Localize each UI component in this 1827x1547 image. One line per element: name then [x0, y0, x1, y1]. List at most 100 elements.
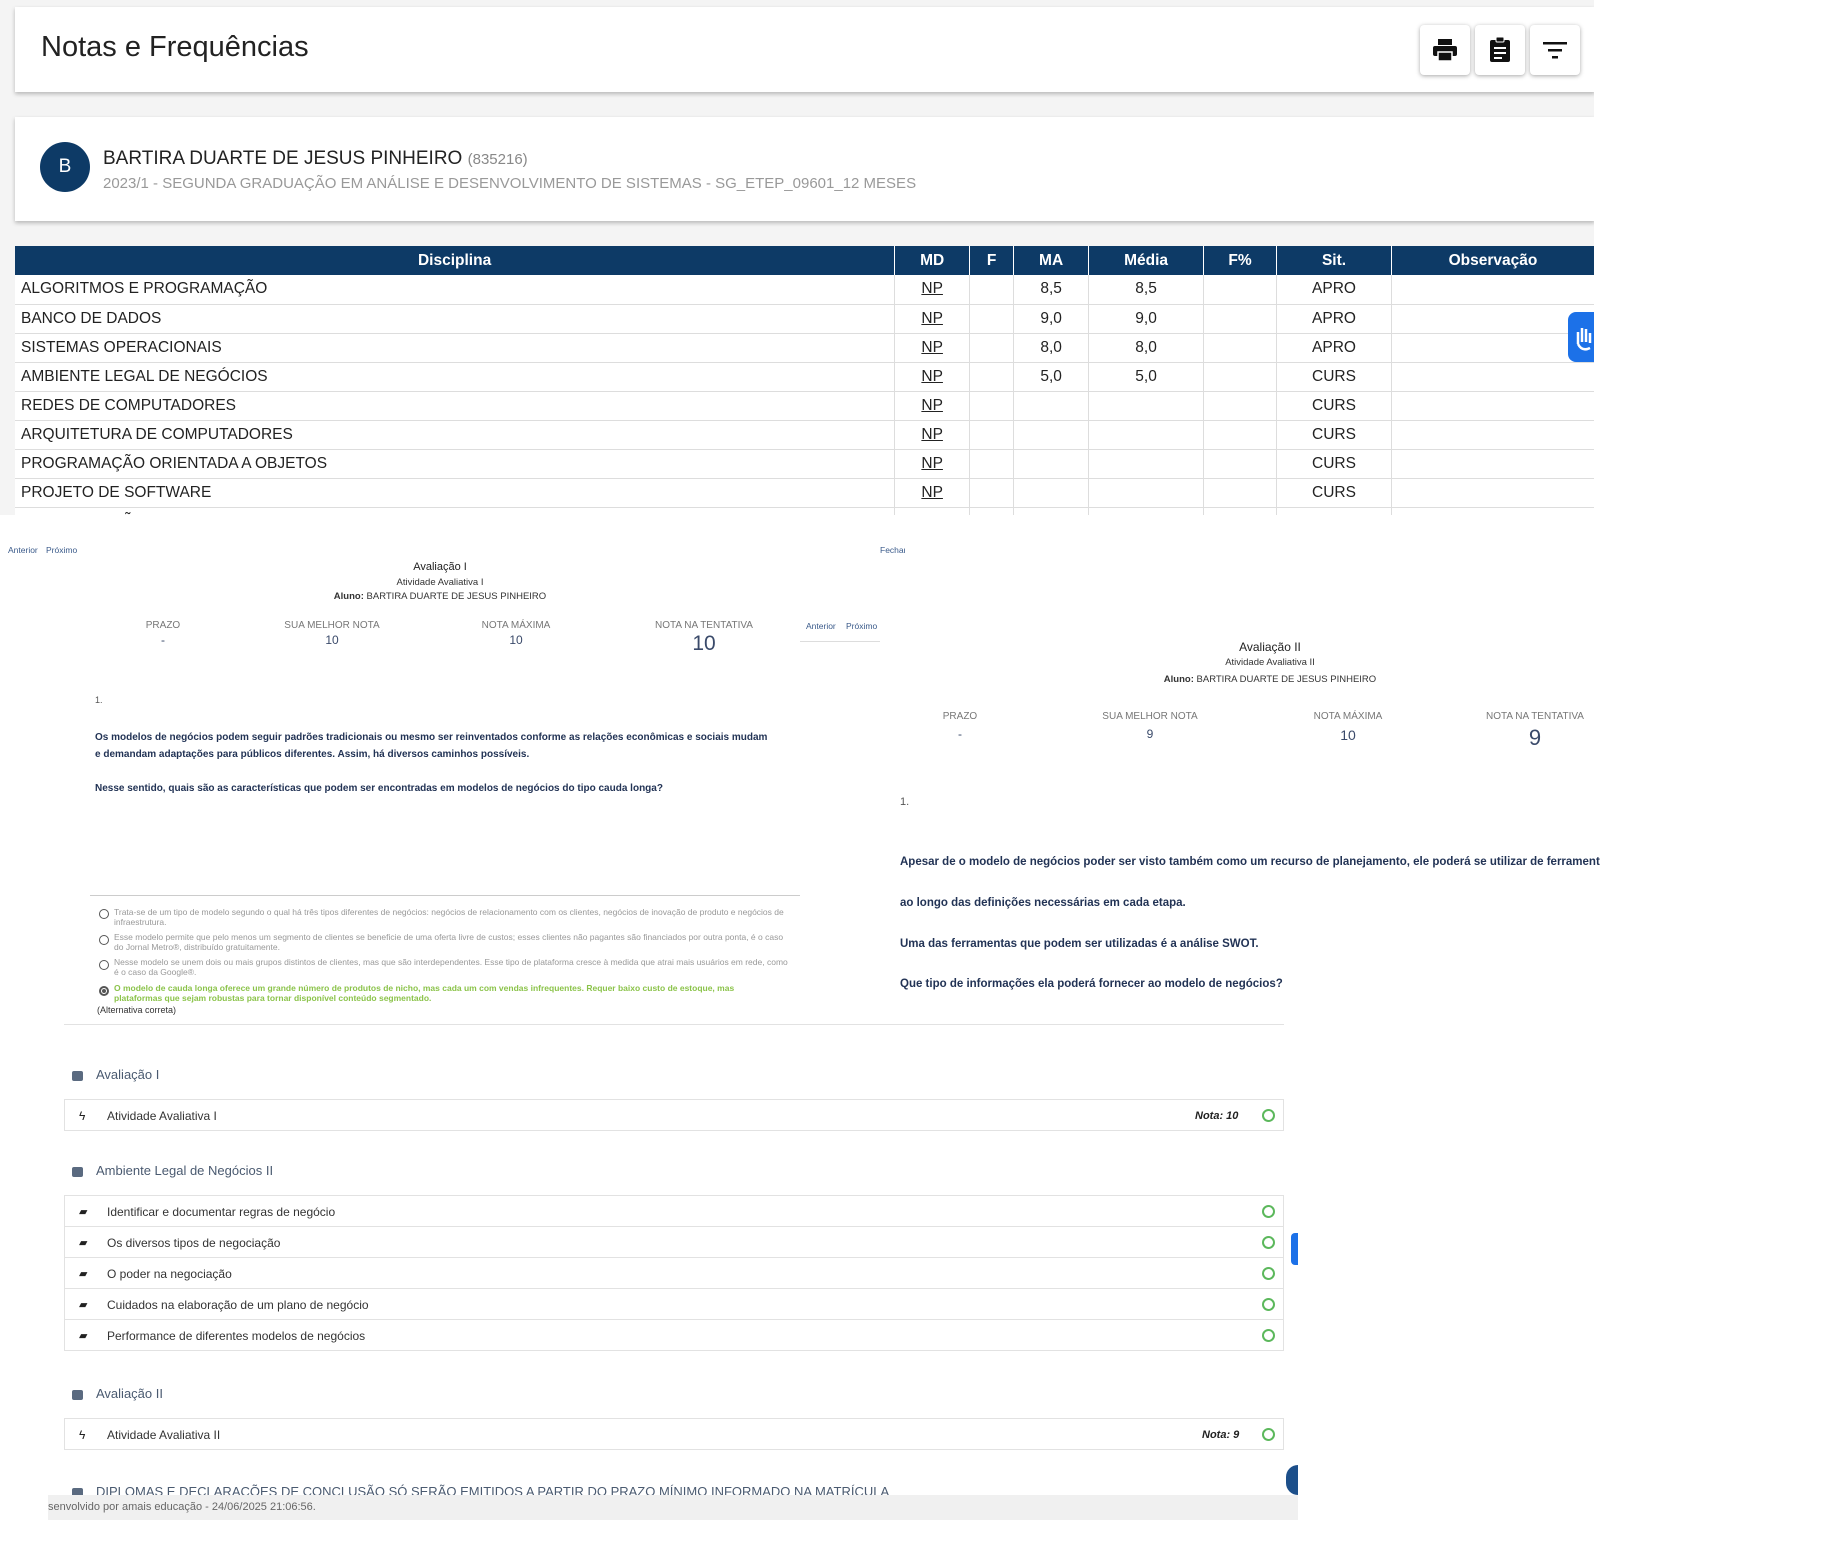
module-label: Performance de diferentes modelos de neg…	[107, 1329, 366, 1343]
prev-link[interactable]: Anterior	[8, 545, 38, 555]
cell-observacao	[1391, 333, 1594, 363]
cell-media: 5,0	[1088, 362, 1205, 392]
next-link[interactable]: Próximo	[46, 545, 77, 555]
cube-icon	[72, 1071, 83, 1081]
cell-disciplina: ALGORITMOS E PROGRAMAÇÃO	[15, 275, 896, 305]
module-label: Os diversos tipos de negociação	[107, 1236, 281, 1250]
nota-label: Nota: 9	[1202, 1429, 1240, 1441]
cell-md[interactable]: NP	[894, 507, 971, 515]
book-icon: ▰	[79, 1299, 88, 1311]
stat-nota-maxima-value: 10	[1340, 727, 1356, 743]
cell-f	[969, 391, 1015, 421]
student-label: Aluno:	[333, 591, 364, 602]
col-media: Média	[1088, 246, 1205, 275]
cell-fp	[1203, 478, 1278, 508]
module-item[interactable]: ▰ Identificar e documentar regras de neg…	[64, 1195, 1284, 1227]
cell-ma: 8,0	[1013, 333, 1090, 363]
col-observacao: Observação	[1391, 246, 1594, 275]
cell-ma	[1013, 507, 1090, 515]
cell-observacao	[1391, 449, 1594, 479]
cell-media	[1088, 391, 1205, 421]
check-circle-icon	[1262, 1298, 1275, 1311]
stat-tentativa-value: 9	[1528, 725, 1542, 750]
module-item[interactable]: ▰ Os diversos tipos de negociação	[64, 1226, 1284, 1258]
stat-tentativa-value: 10	[692, 632, 716, 655]
cell-md[interactable]: NP	[894, 391, 971, 421]
stat-melhor-nota-value: 9	[1146, 727, 1154, 741]
cell-f	[969, 420, 1015, 450]
stat-tentativa-label: NOTA NA TENTATIVA	[1486, 711, 1584, 722]
avatar: B	[40, 142, 90, 192]
stat-tentativa-label: NOTA NA TENTATIVA	[655, 620, 753, 631]
book-icon: ▰	[79, 1330, 88, 1342]
cell-observacao	[1391, 362, 1594, 392]
footer-text: senvolvido por amais educação - 24/06/20…	[48, 1501, 316, 1513]
section-avaliacao-1[interactable]: Avaliação I	[96, 1067, 159, 1082]
cell-md[interactable]: NP	[894, 420, 971, 450]
cell-sit: CURS	[1276, 507, 1392, 515]
side-tab-2[interactable]	[1286, 1465, 1298, 1495]
cell-md[interactable]: NP	[894, 275, 971, 305]
book-icon: ▰	[79, 1206, 88, 1218]
cell-md[interactable]: NP	[894, 304, 971, 334]
header-card: Notas e Frequências	[15, 7, 1594, 92]
cell-md[interactable]: NP	[894, 333, 971, 363]
student-card: B BARTIRA DUARTE DE JESUS PINHEIRO (8352…	[15, 117, 1594, 221]
cell-md[interactable]: NP	[894, 362, 971, 392]
cube-icon	[72, 1167, 83, 1177]
section-avaliacao-2[interactable]: Avaliação II	[96, 1386, 163, 1401]
cut-row	[64, 1015, 1284, 1025]
cell-ma: 8,5	[1013, 275, 1090, 305]
col-md: MD	[894, 246, 971, 275]
option-radio-2[interactable]	[99, 935, 109, 945]
check-circle-icon	[1262, 1329, 1275, 1342]
col-fp: F%	[1203, 246, 1278, 275]
options-divider	[90, 895, 800, 896]
bolt-icon: ϟ	[79, 1109, 86, 1123]
filter-button[interactable]	[1530, 25, 1580, 75]
section-ambiente-legal[interactable]: Ambiente Legal de Negócios II	[96, 1163, 273, 1178]
print-button[interactable]	[1420, 25, 1470, 75]
filter-icon	[1543, 42, 1567, 59]
table-row: PROGRAMAÇÃO PARA INTERNETNP CURS	[15, 507, 1594, 515]
module-item[interactable]: ▰ Cuidados na elaboração de um plano de …	[64, 1288, 1284, 1320]
col-ma: MA	[1013, 246, 1090, 275]
cell-disciplina: REDES DE COMPUTADORES	[15, 391, 896, 421]
cell-f	[969, 507, 1015, 515]
stat-nota-maxima-value: 10	[509, 633, 523, 647]
cell-sit: CURS	[1276, 420, 1392, 450]
side-tab[interactable]	[1291, 1233, 1298, 1265]
stat-nota-maxima-label: NOTA MÁXIMA	[481, 620, 551, 631]
cell-disciplina: PROJETO DE SOFTWARE	[15, 478, 896, 508]
cell-md[interactable]: NP	[894, 449, 971, 479]
prev-link-2[interactable]: Anterior	[806, 621, 836, 631]
next-link-2[interactable]: Próximo	[846, 621, 877, 631]
cell-f	[969, 449, 1015, 479]
evaluation-1-panel: Anterior Próximo Fechar Avaliação I Ativ…	[0, 535, 905, 1015]
question-text-2: Nesse sentido, quais são as característi…	[95, 783, 663, 794]
report-button[interactable]	[1475, 25, 1525, 75]
cell-sit: APRO	[1276, 304, 1392, 334]
cell-media	[1088, 449, 1205, 479]
cell-fp	[1203, 449, 1278, 479]
cell-media: 9,0	[1088, 304, 1205, 334]
close-link[interactable]: Fechar	[880, 545, 905, 555]
check-circle-icon	[1262, 1267, 1275, 1280]
module-item[interactable]: ▰ O poder na negociação	[64, 1257, 1284, 1289]
module-item-atividade-2[interactable]: ϟ Atividade Avaliativa II Nota: 9	[64, 1418, 1284, 1450]
question-text-1: Os modelos de negócios podem seguir padr…	[95, 732, 768, 760]
option-radio-3[interactable]	[99, 960, 109, 970]
check-circle-icon	[1262, 1109, 1275, 1122]
option-radio-1[interactable]	[99, 909, 109, 919]
cell-md[interactable]: NP	[894, 478, 971, 508]
module-label: Atividade Avaliativa II	[107, 1428, 221, 1442]
accessibility-widget-button[interactable]	[1568, 312, 1594, 362]
cube-icon	[72, 1390, 83, 1400]
cell-disciplina: PROGRAMAÇÃO PARA INTERNET	[15, 507, 896, 515]
option-radio-4-selected[interactable]	[99, 986, 109, 996]
cell-media	[1088, 507, 1205, 515]
module-item-atividade-1[interactable]: ϟ Atividade Avaliativa I Nota: 10	[64, 1099, 1284, 1131]
check-circle-icon	[1262, 1428, 1275, 1441]
correct-note: (Alternativa correta)	[97, 1005, 177, 1015]
module-item[interactable]: ▰ Performance de diferentes modelos de n…	[64, 1319, 1284, 1351]
